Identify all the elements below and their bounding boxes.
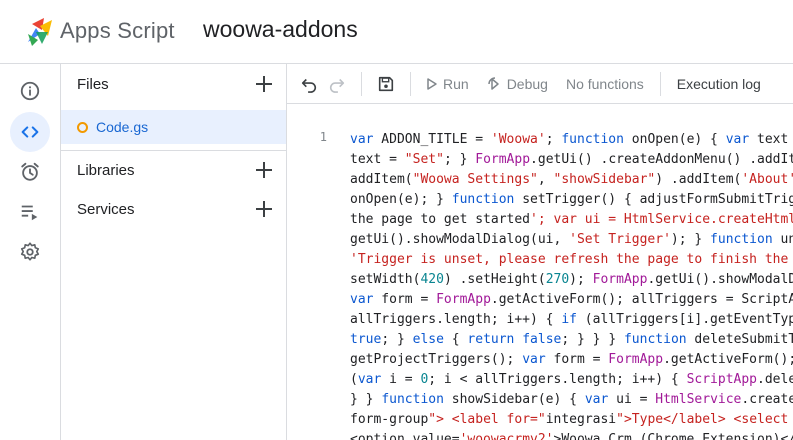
toolbar-separator (659, 71, 661, 96)
code-line[interactable]: <option value='woowacrmv2'>Woowa Crm (Ch… (350, 430, 793, 440)
code-line[interactable]: var form = FormApp.getActiveForm(); allT… (350, 290, 793, 310)
apps-script-logo[interactable] (22, 14, 56, 48)
save-button[interactable] (372, 70, 400, 98)
redo-icon (329, 78, 345, 93)
add-service-button[interactable] (252, 197, 276, 221)
project-name[interactable]: woowa-addons (203, 16, 358, 43)
code-line[interactable]: text = "Set"; } FormApp.getUi() .createA… (350, 150, 793, 170)
settings-button[interactable] (10, 232, 50, 272)
toolbar-separator (361, 71, 362, 96)
code-line[interactable]: var ADDON_TITLE = 'Woowa'; function onOp… (350, 130, 793, 150)
debug-label: Debug (506, 75, 548, 92)
plus-icon (256, 76, 272, 92)
code-line[interactable]: 'Trigger is unset, please refresh the pa… (350, 250, 793, 270)
gear-icon (20, 242, 40, 261)
run-label: Run (443, 75, 469, 92)
code-line[interactable]: true; } else { return false; } } } funct… (350, 330, 793, 350)
libraries-label: Libraries (77, 161, 135, 179)
plus-icon (256, 162, 272, 178)
files-panel: Files Code.gs Libraries Services (61, 64, 287, 440)
files-header: Files (61, 64, 286, 104)
code-content[interactable]: var ADDON_TITLE = 'Woowa'; function onOp… (350, 130, 793, 440)
execution-log-button[interactable]: Execution log (677, 76, 761, 92)
list-play-icon (21, 205, 38, 221)
save-icon (378, 76, 394, 91)
file-item-code-gs[interactable]: Code.gs (61, 110, 286, 144)
run-button[interactable]: Run (425, 76, 469, 92)
code-editor[interactable]: 1 var ADDON_TITLE = 'Woowa'; function on… (287, 104, 793, 440)
overview-button[interactable] (10, 71, 50, 111)
code-line[interactable]: addItem("Woowa Settings", "showSidebar")… (350, 170, 793, 190)
files-label: Files (77, 75, 109, 93)
app-name: Apps Script (60, 18, 175, 43)
code-line[interactable]: the page to get started'; var ui = HtmlS… (350, 210, 793, 230)
line-number: 1 (319, 130, 327, 144)
code-line[interactable]: (var i = 0; i < allTriggers.length; i++)… (350, 370, 793, 390)
services-header: Services (61, 189, 286, 229)
executions-button[interactable] (10, 192, 50, 232)
alarm-icon (21, 162, 39, 181)
plus-icon (256, 201, 272, 217)
app-header: Apps Script woowa-addons (0, 0, 793, 64)
code-line[interactable]: allTriggers.length; i++) { if (allTrigge… (350, 310, 793, 330)
editor-toolbar: Run Debug No functions Execution log (287, 64, 793, 104)
toolbar-separator (410, 71, 411, 96)
info-icon (20, 81, 40, 101)
undo-icon (301, 78, 317, 93)
file-name: Code.gs (96, 119, 149, 135)
undo-button[interactable] (295, 70, 323, 98)
code-line[interactable]: getUi().showModalDialog(ui, 'Set Trigger… (350, 230, 793, 250)
code-icon (21, 126, 39, 138)
nav-rail (0, 64, 61, 440)
redo-button[interactable] (323, 70, 351, 98)
code-line[interactable]: form-group"> <label for="integrasi">Type… (350, 410, 793, 430)
code-line[interactable]: setWidth(420) .setHeight(270); FormApp.g… (350, 270, 793, 290)
editor-button[interactable] (10, 112, 50, 152)
add-library-button[interactable] (252, 158, 276, 182)
add-file-button[interactable] (252, 72, 276, 96)
file-status-icon (77, 121, 88, 133)
play-icon (427, 77, 437, 90)
code-line[interactable]: onOpen(e); } function setTrigger() { adj… (350, 190, 793, 210)
debug-button[interactable]: Debug (487, 76, 548, 92)
function-select[interactable]: No functions (566, 76, 644, 92)
services-label: Services (77, 200, 135, 218)
libraries-header: Libraries (61, 150, 286, 190)
code-line[interactable]: } } function showSidebar(e) { var ui = H… (350, 390, 793, 410)
triggers-button[interactable] (10, 152, 50, 192)
code-line[interactable]: getProjectTriggers(); var form = FormApp… (350, 350, 793, 370)
debug-icon (487, 76, 499, 90)
